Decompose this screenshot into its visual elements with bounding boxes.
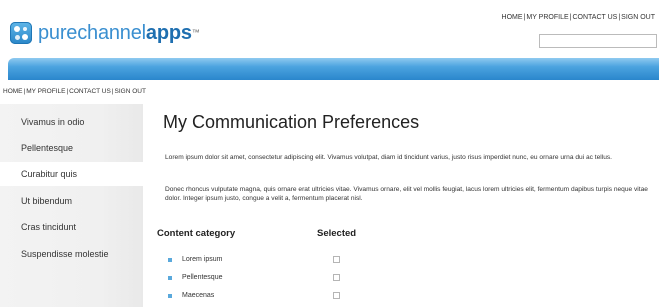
- intro-paragraph-1: Lorem ipsum dolor sit amet, consectetur …: [165, 154, 613, 161]
- breadcrumb-sign-out-link[interactable]: SIGN OUT: [115, 88, 146, 95]
- category-label: Maecenas: [182, 292, 215, 299]
- list-item: Lorem ipsum: [168, 254, 368, 266]
- breadcrumb-contact-us-link[interactable]: CONTACT US: [69, 88, 111, 95]
- separator: |: [111, 88, 114, 95]
- selected-checkbox[interactable]: [333, 292, 340, 299]
- brand-name-part2: apps: [145, 22, 192, 44]
- bullet-icon: [168, 276, 172, 280]
- breadcrumb: HOME|MY PROFILE|CONTACT US|SIGN OUT: [3, 88, 146, 95]
- sidebar-item-ut-bibendum[interactable]: Ut bibendum: [0, 189, 143, 213]
- trademark-symbol: ™: [191, 28, 200, 37]
- category-label: Lorem ipsum: [182, 256, 223, 263]
- purechannelapps-logo-icon: [10, 22, 32, 44]
- selected-checkbox[interactable]: [333, 274, 340, 281]
- top-nav: HOME|MY PROFILE|CONTACT US|SIGN OUT: [502, 14, 655, 21]
- brand-name: purechannelapps™: [38, 22, 200, 44]
- sidebar-item-vivamus-in-odio[interactable]: Vivamus in odio: [0, 110, 143, 134]
- intro-paragraph-2: Donec rhoncus vulputate magna, quis orna…: [165, 186, 648, 202]
- bullet-icon: [168, 258, 172, 262]
- list-item: Maecenas: [168, 290, 368, 302]
- sidebar-item-pellentesque[interactable]: Pellentesque: [0, 136, 143, 160]
- top-nav-sign-out-link[interactable]: SIGN OUT: [621, 14, 655, 21]
- category-label: Pellentesque: [182, 274, 223, 281]
- sidebar-item-cras-tincidunt[interactable]: Cras tincidunt: [0, 215, 143, 239]
- brand-logo[interactable]: purechannelapps™: [10, 22, 200, 44]
- breadcrumb-home-link[interactable]: HOME: [3, 88, 23, 95]
- sidebar-item-suspendisse-molestie[interactable]: Suspendisse molestie: [0, 242, 143, 266]
- separator: |: [23, 88, 26, 95]
- content-category-header: Content category: [157, 228, 236, 239]
- list-item: Pellentesque: [168, 272, 368, 284]
- top-nav-contact-us-link[interactable]: CONTACT US: [572, 14, 617, 21]
- page-title: My Communication Preferences: [163, 112, 420, 132]
- separator: |: [66, 88, 69, 95]
- bullet-icon: [168, 294, 172, 298]
- top-nav-my-profile-link[interactable]: MY PROFILE: [526, 14, 568, 21]
- separator: |: [618, 14, 621, 21]
- header: purechannelapps™ HOME|MY PROFILE|CONTACT…: [0, 0, 659, 58]
- top-nav-home-link[interactable]: HOME: [502, 14, 523, 21]
- sidebar: Vivamus in odio Pellentesque Curabitur q…: [0, 104, 145, 307]
- selected-checkbox[interactable]: [333, 256, 340, 263]
- breadcrumb-my-profile-link[interactable]: MY PROFILE: [26, 88, 65, 95]
- search-input[interactable]: [539, 34, 657, 48]
- sidebar-item-curabitur-quis[interactable]: Curabitur quis: [0, 162, 145, 186]
- selected-header: Selected: [317, 228, 357, 239]
- header-blue-bar: [8, 58, 659, 80]
- brand-name-part1: purechannel: [38, 22, 146, 44]
